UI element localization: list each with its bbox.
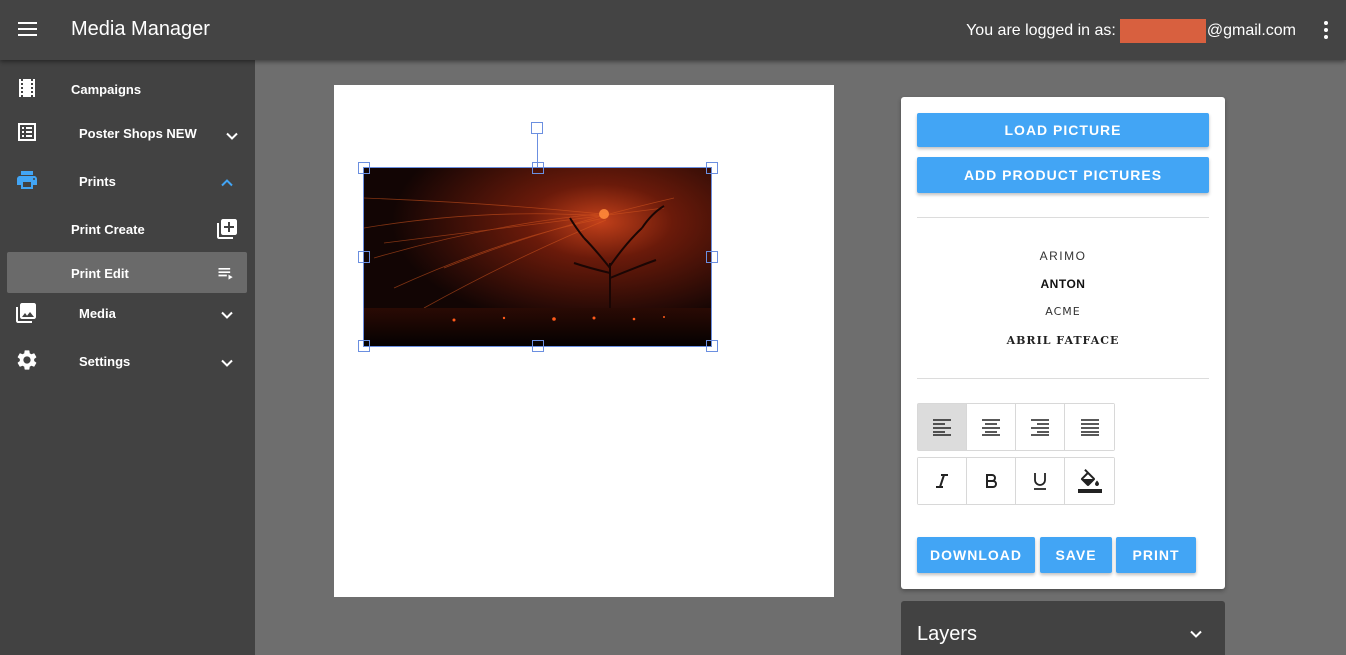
resize-handle-bottom-right[interactable]: [706, 340, 718, 352]
fill-color-icon: [1077, 469, 1102, 493]
load-picture-button[interactable]: LOAD PICTURE: [917, 113, 1209, 147]
resize-handle-right[interactable]: [706, 251, 718, 263]
chevron-down-icon: [226, 132, 238, 140]
sidebar-item-settings[interactable]: Settings: [0, 338, 255, 382]
italic-icon: [936, 474, 948, 488]
fill-color-button[interactable]: [1065, 458, 1114, 504]
align-justify-button[interactable]: [1065, 404, 1114, 450]
align-justify-icon: [1080, 419, 1099, 436]
sidebar-item-label: Print Edit: [71, 266, 129, 281]
sidebar-item-poster-shops[interactable]: Poster Shops NEW: [0, 110, 255, 154]
list-icon: [18, 123, 36, 141]
burning-tree-image: [364, 168, 711, 346]
sidebar-item-label: Campaigns: [71, 82, 142, 97]
resize-handle-bottom[interactable]: [532, 340, 544, 352]
save-button[interactable]: SAVE: [1040, 537, 1112, 573]
divider: [917, 217, 1209, 218]
redacted-username: [1119, 19, 1206, 43]
resize-handle-top-left[interactable]: [358, 162, 370, 174]
resize-handle-bottom-left[interactable]: [358, 340, 370, 352]
chevron-down-icon: [1190, 630, 1202, 638]
alignment-toolbar: [917, 403, 1115, 451]
add-product-pictures-button[interactable]: ADD PRODUCT PICTURES: [917, 157, 1209, 193]
gear-icon: [17, 350, 37, 370]
align-right-button[interactable]: [1016, 404, 1065, 450]
logged-in-label: You are logged in as:: [966, 22, 1116, 39]
download-button[interactable]: DOWNLOAD: [917, 537, 1035, 573]
underline-button[interactable]: [1016, 458, 1065, 504]
bold-button[interactable]: [967, 458, 1016, 504]
sidebar-item-label: Print Create: [71, 222, 145, 237]
email-domain: @gmail.com: [1206, 22, 1296, 39]
font-option-acme[interactable]: ACME: [901, 305, 1225, 318]
editor-panel: LOAD PICTURE ADD PRODUCT PICTURES ARIMO …: [901, 97, 1225, 589]
photo-library-icon: [16, 303, 36, 323]
resize-handle-left[interactable]: [358, 251, 370, 263]
chevron-down-icon: [221, 359, 233, 367]
canvas-image-layer[interactable]: [364, 168, 711, 346]
chevron-down-icon: [221, 311, 233, 319]
print-canvas[interactable]: [334, 85, 834, 597]
logged-in-info: You are logged in as: @gmail.com: [966, 19, 1296, 43]
align-center-button[interactable]: [967, 404, 1016, 450]
sidebar-item-prints[interactable]: Prints: [0, 158, 255, 202]
layers-title: Layers: [917, 623, 978, 645]
divider: [917, 378, 1209, 379]
text-style-toolbar: [917, 457, 1115, 505]
playlist-play-icon: [218, 268, 233, 280]
align-right-icon: [1031, 419, 1049, 436]
app-title: Media Manager: [71, 18, 210, 40]
sidebar-item-label: Settings: [79, 354, 131, 369]
font-option-anton[interactable]: ANTON: [901, 277, 1225, 291]
chevron-up-icon: [221, 179, 233, 187]
hamburger-menu-icon[interactable]: [14, 16, 42, 44]
italic-button[interactable]: [918, 458, 967, 504]
align-left-icon: [933, 419, 951, 436]
sidebar-item-campaigns[interactable]: Campaigns: [0, 66, 255, 110]
resize-handle-top[interactable]: [532, 162, 544, 174]
bold-icon: [986, 474, 997, 488]
more-vert-icon[interactable]: [1322, 18, 1330, 42]
sidebar-item-media[interactable]: Media: [0, 290, 255, 334]
sidebar: Campaigns Poster Shops NEW Prints Print …: [0, 60, 255, 655]
add-box-icon: [217, 219, 237, 239]
font-option-arimo[interactable]: ARIMO: [901, 249, 1225, 263]
layers-panel-header[interactable]: Layers: [901, 601, 1225, 655]
resize-handle-top-right[interactable]: [706, 162, 718, 174]
printer-icon: [17, 171, 37, 189]
font-option-abril-fatface[interactable]: ABRIL FATFACE: [901, 334, 1225, 347]
align-left-button[interactable]: [918, 404, 967, 450]
align-center-icon: [982, 419, 1000, 436]
sidebar-item-label: Prints: [79, 174, 116, 189]
sidebar-item-print-create[interactable]: Print Create: [0, 206, 255, 250]
film-icon: [19, 79, 35, 97]
rotation-handle[interactable]: [531, 122, 543, 134]
underline-icon: [1034, 473, 1046, 490]
sidebar-item-print-edit[interactable]: Print Edit: [0, 250, 255, 294]
print-button[interactable]: PRINT: [1116, 537, 1196, 573]
sidebar-item-label: Media: [79, 306, 116, 321]
top-app-bar: Media Manager You are logged in as: @gma…: [0, 0, 1346, 60]
sidebar-item-label: Poster Shops NEW: [79, 126, 197, 141]
